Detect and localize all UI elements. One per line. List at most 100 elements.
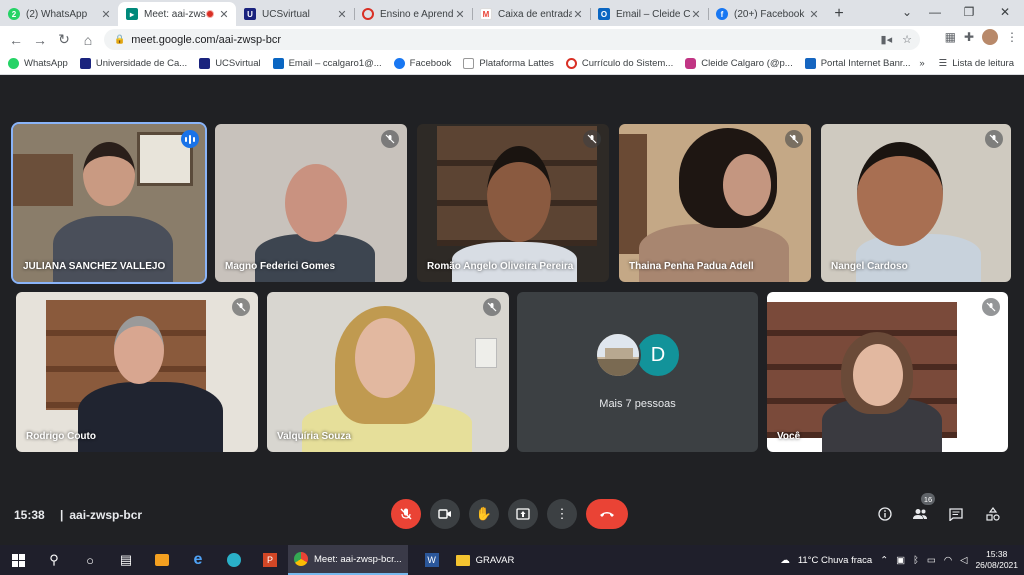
leave-call-button[interactable] <box>586 499 628 529</box>
new-tab-button[interactable]: + <box>826 2 852 26</box>
tab-ucsvirtual[interactable]: U UCSvirtual ✕ <box>236 2 354 26</box>
media-player-icon[interactable] <box>144 545 180 575</box>
participant-name: Você <box>777 431 801 442</box>
participant-name: Valquíria Souza <box>277 431 351 442</box>
camera-toggle-button[interactable] <box>430 499 460 529</box>
meeting-details-button[interactable] <box>875 504 895 524</box>
battery-icon[interactable]: ▭ <box>927 555 936 566</box>
more-options-button[interactable]: ⋮ <box>547 499 577 529</box>
lock-icon: 🔒 <box>114 34 126 44</box>
windows-taskbar: ⚲ ○ ▤ e P Meet: aai-zwsp-bcr... W GRAVAR… <box>0 545 1024 575</box>
back-icon[interactable]: ← <box>4 28 28 52</box>
taskbar-clock[interactable]: 15:38 26/08/2021 <box>975 549 1018 571</box>
minimize-button[interactable]: — <box>918 0 952 24</box>
bookmark-email[interactable]: Email – ccalgaro1@... <box>272 58 382 69</box>
present-icon <box>516 508 530 520</box>
more-people-tile[interactable]: D Mais 7 pessoas <box>517 292 758 452</box>
profile-avatar[interactable] <box>982 29 998 45</box>
participant-tile[interactable]: JULIANA SANCHEZ VALLEJO <box>11 122 207 284</box>
taskbar-chrome-meet[interactable]: Meet: aai-zwsp-bcr... <box>288 545 408 575</box>
bookmark-instagram[interactable]: Cleide Calgaro (@p... <box>685 58 793 69</box>
tab-meet[interactable]: ▸ Meet: aai-zws ✕ <box>118 2 236 26</box>
meeting-code: | aai-zwsp-bcr <box>60 508 143 522</box>
close-icon[interactable]: ✕ <box>454 8 466 21</box>
word-icon[interactable]: W <box>414 545 450 575</box>
self-tile[interactable]: Você <box>767 292 1008 452</box>
close-icon[interactable]: ✕ <box>572 8 584 21</box>
volume-icon[interactable]: ◁ <box>960 555 967 566</box>
bluetooth-icon[interactable]: ᛒ <box>913 555 919 566</box>
bookmark-universidade[interactable]: Universidade de Ca... <box>79 58 187 69</box>
home-icon[interactable]: ⌂ <box>76 28 100 52</box>
tab-gmail[interactable]: M Caixa de entrada ✕ <box>472 2 590 26</box>
participant-tile[interactable]: Magno Federici Gomes <box>215 124 407 282</box>
participant-avatar-initial: D <box>635 332 681 378</box>
wifi-icon[interactable]: ◠ <box>944 555 952 566</box>
weather-icon[interactable]: ☁ <box>780 555 790 566</box>
edge-icon[interactable] <box>216 545 252 575</box>
participant-tile[interactable]: Romão Angelo Oliveira Pereira <box>417 124 609 282</box>
bookmark-banrisul[interactable]: Portal Internet Banr... <box>804 58 911 69</box>
reading-list-button[interactable]: ☰ Lista de leitura <box>939 58 1014 69</box>
tab-whatsapp[interactable]: 2 (2) WhatsApp ✕ <box>0 2 118 26</box>
tab-facebook[interactable]: f (20+) Facebook ✕ <box>708 2 826 26</box>
tab-outlook[interactable]: O Email – Cleide Cal ✕ <box>590 2 708 26</box>
task-view-icon[interactable]: ▤ <box>108 545 144 575</box>
participant-tile[interactable]: Nangel Cardoso <box>821 124 1011 282</box>
close-icon[interactable]: ✕ <box>690 8 702 21</box>
facebook-icon: f <box>716 8 728 20</box>
clock-time: 15:38 <box>986 549 1008 559</box>
extensions-puzzle-icon[interactable]: ✚ <box>964 30 974 44</box>
cortana-icon[interactable]: ○ <box>72 545 108 575</box>
start-button[interactable] <box>0 545 36 575</box>
outlook-icon <box>272 58 284 69</box>
close-icon[interactable]: ✕ <box>100 8 112 21</box>
search-icon[interactable]: ⚲ <box>36 545 72 575</box>
participant-face <box>83 142 135 206</box>
bookshelf <box>619 134 647 254</box>
address-bar[interactable]: 🔒 meet.google.com/aai-zwsp-bcr ▮◂ ☆ <box>104 29 920 50</box>
reload-icon[interactable]: ↻ <box>52 28 76 52</box>
close-window-button[interactable]: ✕ <box>988 0 1022 24</box>
activities-button[interactable] <box>983 504 1003 524</box>
mic-toggle-button[interactable] <box>391 499 421 529</box>
participant-tile[interactable]: Valquíria Souza <box>267 292 509 452</box>
forward-icon[interactable]: → <box>28 28 52 52</box>
more-avatars: D <box>595 332 681 378</box>
document-icon <box>463 58 475 69</box>
tray-app-icon[interactable]: ▣ <box>896 555 905 566</box>
weather-text[interactable]: 11°C Chuva fraca <box>798 555 872 566</box>
bookmark-lattes[interactable]: Plataforma Lattes <box>463 58 554 69</box>
menu-icon[interactable]: ⋮ <box>1006 30 1018 44</box>
powerpoint-icon[interactable]: P <box>252 545 288 575</box>
participant-avatar <box>595 332 641 378</box>
present-screen-button[interactable] <box>508 499 538 529</box>
participant-face <box>487 146 551 242</box>
mic-off-icon <box>483 298 501 316</box>
bookmark-label: Currículo do Sistem... <box>581 58 674 69</box>
bookmark-whatsapp[interactable]: WhatsApp <box>8 58 68 69</box>
camera-icon[interactable]: ▮◂ <box>881 33 893 46</box>
bookmark-curriculo[interactable]: Currículo do Sistem... <box>565 58 674 69</box>
extension-grid-icon[interactable]: ▦ <box>945 30 956 44</box>
chat-button[interactable] <box>946 504 966 524</box>
internet-explorer-icon[interactable]: e <box>180 545 216 575</box>
participant-tile[interactable]: Thaina Penha Padua Adell <box>619 124 811 282</box>
bookmark-star-icon[interactable]: ☆ <box>902 33 912 46</box>
gmail-icon: M <box>480 8 492 20</box>
taskbar-folder-gravar[interactable]: GRAVAR <box>450 545 521 575</box>
raise-hand-button[interactable]: ✋ <box>469 499 499 529</box>
bookmarks-overflow-button[interactable]: » <box>919 58 924 69</box>
tab-ensino[interactable]: Ensino e Aprendiz ✕ <box>354 2 472 26</box>
people-button[interactable] <box>910 504 930 524</box>
close-icon[interactable]: ✕ <box>336 8 348 21</box>
close-icon[interactable]: ✕ <box>218 8 230 21</box>
restore-button[interactable]: ❐ <box>952 0 986 24</box>
more-vertical-icon: ⋮ <box>555 506 569 521</box>
bookmark-ucsvirtual[interactable]: UCSvirtual <box>199 58 261 69</box>
bookmark-facebook[interactable]: Facebook <box>393 58 451 69</box>
participant-tile[interactable]: Rodrigo Couto <box>16 292 258 452</box>
show-hidden-icons-icon[interactable]: ⌃ <box>880 555 888 566</box>
close-icon[interactable]: ✕ <box>808 8 820 21</box>
bookshelf <box>13 154 73 206</box>
